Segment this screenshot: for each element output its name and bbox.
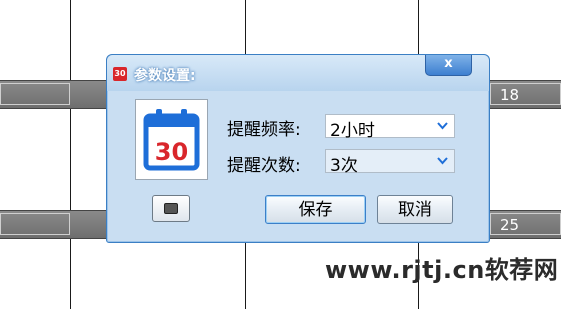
- count-label: 提醒次数:: [227, 156, 301, 176]
- close-button[interactable]: x: [425, 55, 472, 76]
- save-button[interactable]: 保存: [265, 195, 366, 224]
- frequency-value: 2小时: [330, 121, 375, 141]
- chevron-down-icon[interactable]: [432, 150, 454, 172]
- chevron-down-icon[interactable]: [432, 115, 454, 137]
- screen-toggle-button[interactable]: [152, 195, 190, 222]
- calendar-icon-number: 30: [155, 138, 188, 166]
- calendar-icon-frame: 30: [135, 99, 208, 180]
- screen-icon: [164, 203, 178, 214]
- frequency-label: 提醒频率:: [227, 120, 301, 140]
- calendar-day-number: 18: [500, 86, 520, 104]
- calendar-day-number: 25: [500, 216, 520, 234]
- count-value: 3次: [330, 156, 358, 176]
- calendar-icon: 30: [143, 109, 200, 171]
- dialog-titlebar[interactable]: 30 参数设置: x: [107, 55, 489, 91]
- grid-line: [70, 0, 71, 309]
- calendar-app-icon: 30: [113, 67, 127, 81]
- calendar-cell: [0, 213, 70, 235]
- settings-dialog: 30 参数设置: x 30 提醒频率: 2小时 提醒次数: 3次 保存 取消: [106, 54, 490, 243]
- frequency-select[interactable]: 2小时: [325, 114, 455, 141]
- dialog-title: 参数设置:: [134, 68, 196, 84]
- calendar-cell: [0, 83, 70, 105]
- count-select[interactable]: 3次: [325, 149, 455, 176]
- watermark-text: www.rjtj.cn软荐网: [325, 256, 559, 284]
- cancel-button[interactable]: 取消: [377, 195, 453, 224]
